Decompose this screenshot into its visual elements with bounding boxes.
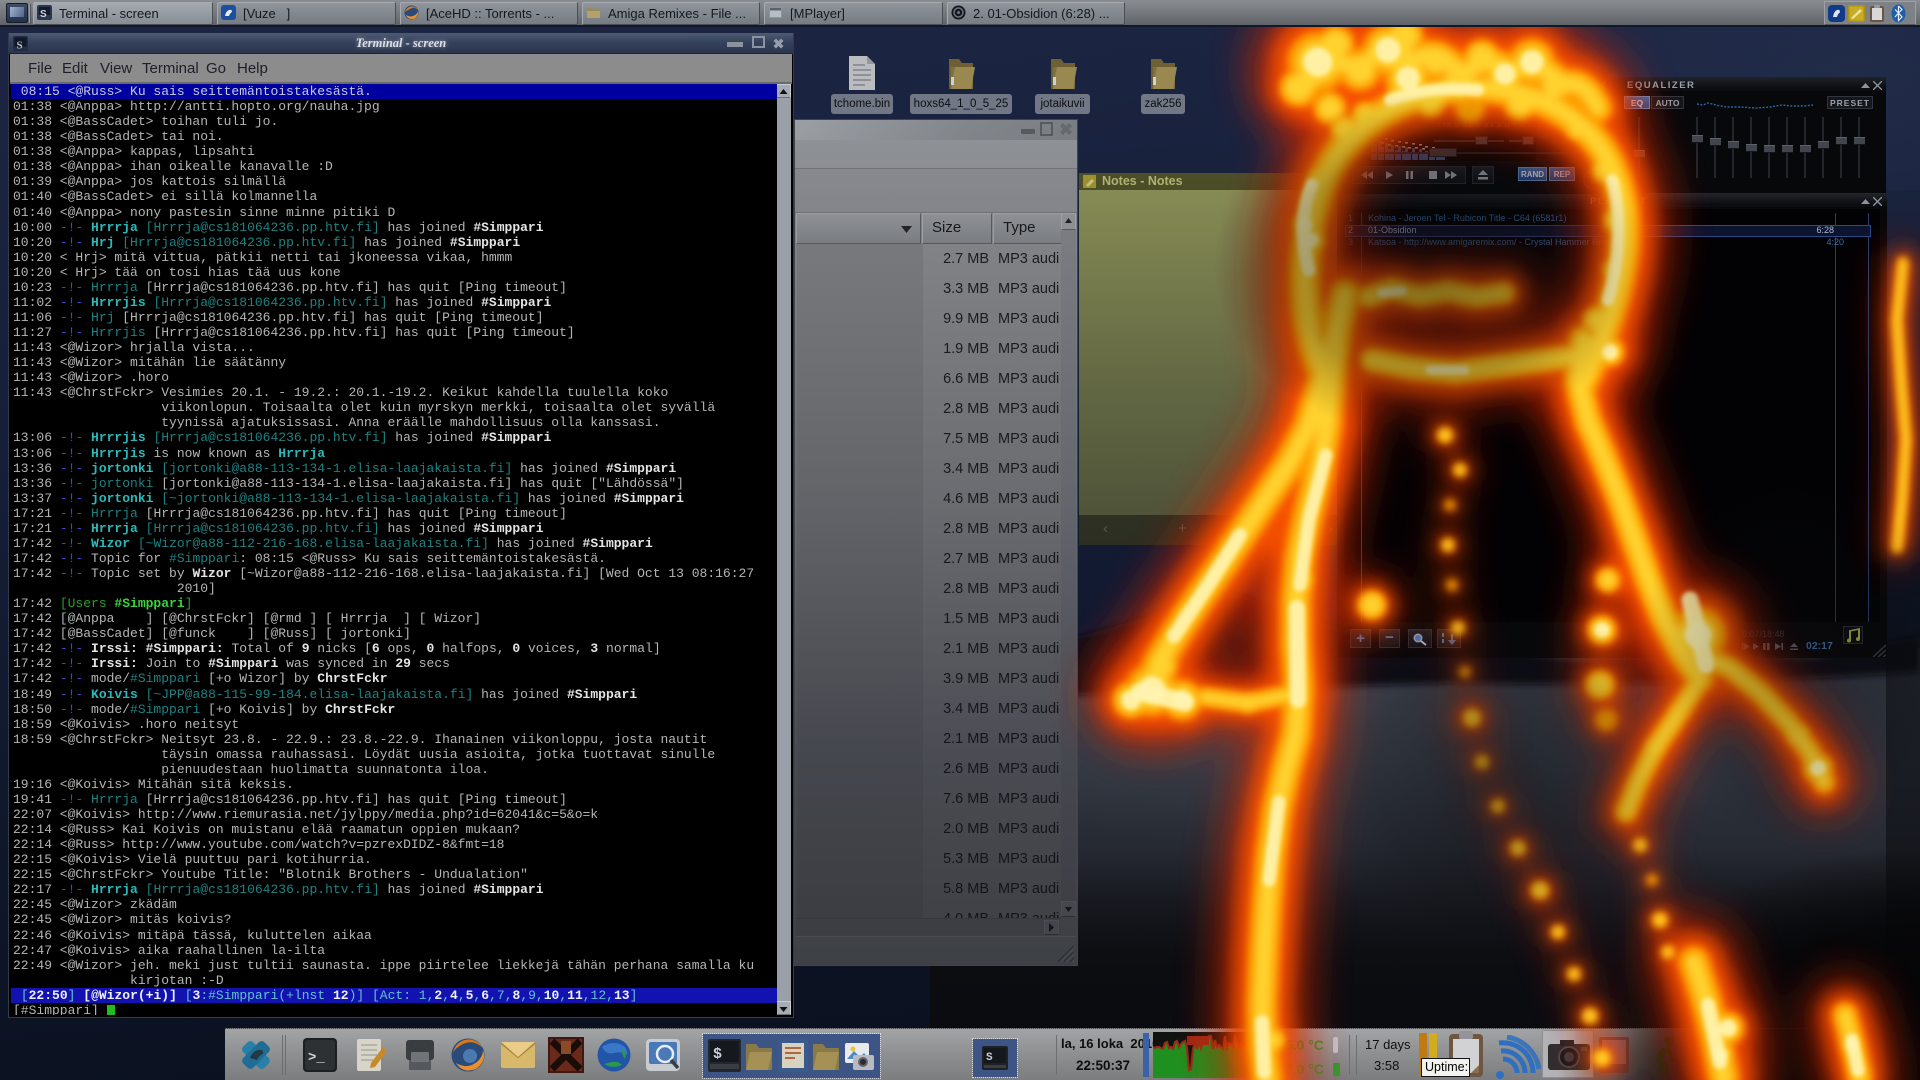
svg-text:S: S xyxy=(986,1052,993,1064)
svg-text:a: a xyxy=(1589,171,1597,187)
svg-text:>_: >_ xyxy=(308,1050,325,1066)
svg-text:$: $ xyxy=(713,1046,722,1063)
svg-text:S: S xyxy=(40,9,47,20)
